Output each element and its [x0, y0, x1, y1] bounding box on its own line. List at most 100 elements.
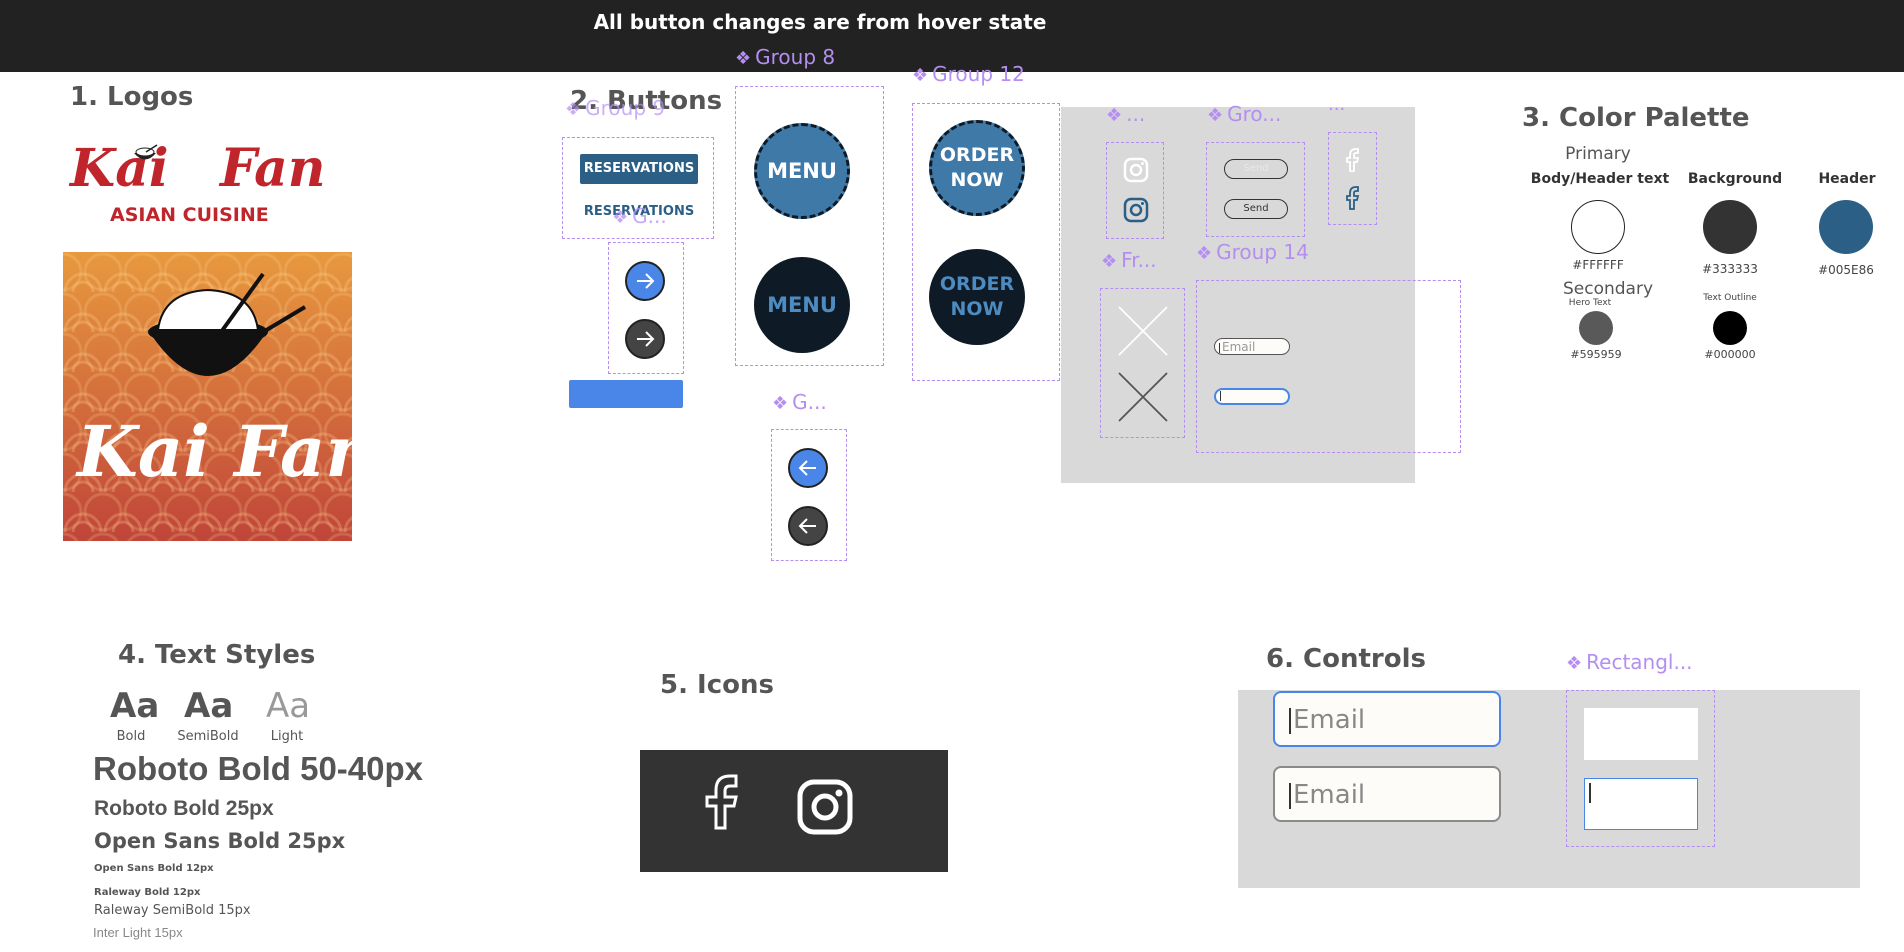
order-now-line2: NOW: [950, 169, 1004, 191]
close-light-icon[interactable]: [1117, 305, 1169, 362]
group-8-label: ❖ Group 8: [735, 45, 836, 69]
menu-group: MENU MENU: [735, 86, 884, 366]
reservations-button[interactable]: RESERVATIONS: [580, 154, 698, 184]
group-12-label: ❖ Group 12: [912, 62, 1025, 86]
palette-label-hero: Hero Text: [1568, 298, 1612, 308]
send-hover-button[interactable]: Send: [1224, 199, 1288, 219]
order-now-hover-line2: NOW: [950, 298, 1004, 320]
text-style-roboto-25: Roboto Bold 25px: [94, 797, 274, 820]
order-now-line1: ORDER: [939, 144, 1015, 166]
menu-hover-button[interactable]: MENU: [754, 257, 850, 353]
send-group-label: ❖ Gro...: [1207, 102, 1282, 126]
logo-word-fan: Fan: [220, 138, 326, 199]
hex-hero: #595959: [1570, 348, 1622, 361]
small-email-input-focused[interactable]: [1214, 388, 1290, 405]
text-caret: [1219, 342, 1220, 353]
square-logo-background: [63, 252, 352, 541]
text-style-inter-15: Inter Light 15px: [93, 925, 183, 940]
group-9-label: ❖ Group 9: [565, 96, 666, 120]
send-button-group: Send Send: [1206, 142, 1305, 237]
palette-heading: 3. Color Palette: [1522, 103, 1750, 133]
arrow-back-group: [771, 429, 847, 561]
rectangle-input-group: [1566, 690, 1715, 847]
group-14-label: ❖ Group 14: [1196, 240, 1309, 264]
swatch-white: [1571, 200, 1625, 254]
square-logo-text: Kai Fan: [77, 410, 352, 493]
square-logo: Kai Fan: [63, 252, 352, 541]
text-styles-heading: 4. Text Styles: [118, 640, 316, 670]
facebook-button-group: [1328, 132, 1377, 225]
plain-text-box-focused[interactable]: [1584, 778, 1698, 830]
banner-title: All button changes are from hover state: [593, 10, 1047, 34]
palette-label-header: Header: [1818, 171, 1876, 187]
arrow-forward-button[interactable]: [625, 261, 665, 301]
logos-heading: 1. Logos: [70, 82, 194, 112]
blue-rect-button[interactable]: [569, 380, 683, 408]
order-now-button[interactable]: ORDER NOW: [929, 120, 1025, 216]
text-caret: [1289, 782, 1291, 809]
order-now-group: ORDER NOW ORDER NOW: [912, 103, 1060, 381]
text-caption-light: Light: [270, 729, 304, 744]
hex-outline: #000000: [1704, 348, 1756, 361]
controls-heading: 6. Controls: [1266, 644, 1426, 674]
text-caret: [1220, 390, 1221, 401]
palette-label-background: Background: [1687, 171, 1783, 187]
arrow-forward-hover-button[interactable]: [625, 319, 665, 359]
text-style-opensans-12: Open Sans Bold 12px: [94, 863, 214, 874]
instagram-light-icon[interactable]: [1123, 157, 1149, 188]
close-group-label: ❖ Fr...: [1101, 248, 1157, 272]
menu-button[interactable]: MENU: [754, 123, 850, 219]
palette-primary-label: Primary: [1565, 144, 1631, 164]
arrow-left-icon: [798, 460, 816, 476]
text-caption-semibold: SemiBold: [177, 729, 239, 744]
hex-white: #FFFFFF: [1572, 258, 1624, 272]
text-style-raleway-15: Raleway SemiBold 15px: [94, 903, 251, 918]
logo-tagline: ASIAN CUISINE: [110, 204, 269, 226]
rice-bowl-small-icon: [132, 144, 158, 169]
text-caret: [1289, 707, 1291, 734]
hex-header: #005E86: [1818, 263, 1874, 277]
send-button[interactable]: Send: [1224, 159, 1288, 179]
wordmark-logo: Kai Fan ASIAN CUISINE: [70, 138, 326, 233]
instagram-button-group: [1106, 142, 1164, 239]
swatch-header: [1819, 200, 1873, 254]
plain-text-box[interactable]: [1584, 708, 1698, 760]
facebook-icon: [694, 772, 746, 837]
arrow-right-icon: [637, 331, 655, 347]
instagram-icon: [796, 778, 854, 841]
instagram-blue-icon[interactable]: [1123, 197, 1149, 228]
text-style-opensans-25: Open Sans Bold 25px: [94, 829, 346, 853]
facebook-group-label: ...: [1328, 94, 1346, 115]
text-sample-bold: Aa: [110, 686, 160, 726]
arrow-back-group-label: ❖ G...: [772, 390, 827, 414]
close-dark-icon[interactable]: [1117, 371, 1169, 428]
close-button-group: [1100, 288, 1185, 438]
small-group-label: ❖ G...: [612, 204, 667, 228]
email-input-focused[interactable]: Email: [1273, 691, 1501, 747]
arrow-forward-group: [608, 242, 684, 374]
palette-secondary-label: Secondary: [1562, 279, 1654, 299]
icons-heading: 5. Icons: [660, 670, 774, 700]
arrow-right-icon: [637, 273, 655, 289]
palette-label-body: Body/Header text: [1530, 171, 1670, 187]
rectangle-group-label: ❖ Rectangl...: [1566, 650, 1693, 674]
order-now-hover-button[interactable]: ORDER NOW: [929, 249, 1025, 345]
arrow-left-icon: [798, 518, 816, 534]
text-caret: [1589, 783, 1591, 803]
facebook-light-icon[interactable]: [1341, 147, 1365, 178]
swatch-hero: [1579, 311, 1613, 345]
email-input-group: Email: [1196, 280, 1461, 453]
email-input[interactable]: Email: [1273, 766, 1501, 822]
arrow-back-button[interactable]: [788, 448, 828, 488]
swatch-outline: [1713, 311, 1747, 345]
arrow-back-hover-button[interactable]: [788, 506, 828, 546]
text-style-roboto-50: Roboto Bold 50-40px: [93, 750, 424, 787]
text-style-raleway-12: Raleway Bold 12px: [94, 887, 201, 898]
hex-dark: #333333: [1702, 262, 1758, 276]
text-sample-light: Aa: [266, 686, 311, 726]
icons-panel: [640, 750, 948, 872]
small-email-input[interactable]: Email: [1214, 338, 1290, 355]
facebook-blue-icon[interactable]: [1341, 185, 1365, 216]
swatch-dark: [1703, 200, 1757, 254]
instagram-group-label: ❖...: [1106, 102, 1146, 126]
